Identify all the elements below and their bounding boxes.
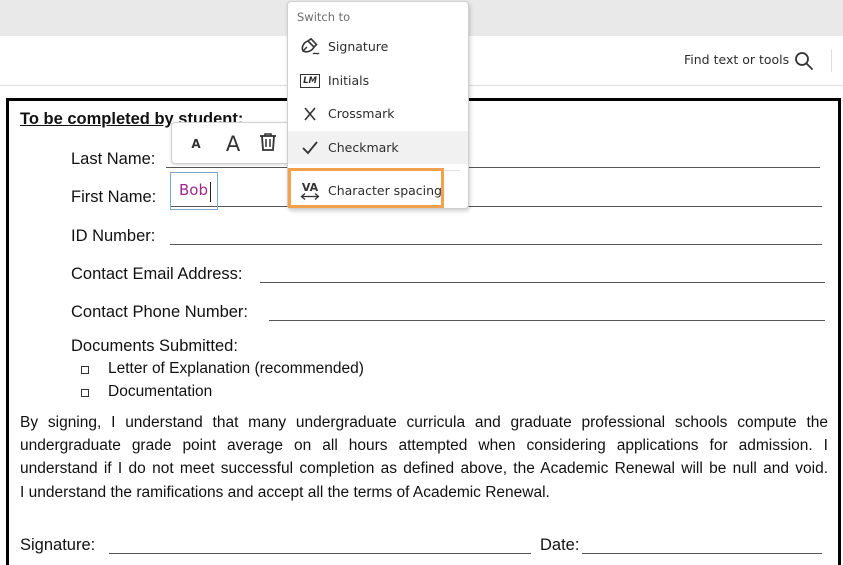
initials-icon: LM bbox=[299, 70, 321, 92]
increase-font-size-button[interactable]: A bbox=[218, 123, 248, 165]
contact-phone-label: Contact Phone Number: bbox=[71, 303, 249, 321]
letter-of-explanation-label: Letter of Explanation (recommended) bbox=[108, 360, 364, 377]
first-name-value: Bob bbox=[179, 181, 208, 199]
agreement-line-1: By signing, I understand that many under… bbox=[20, 414, 828, 431]
menu-item-label: Signature bbox=[328, 39, 389, 54]
menu-item-initials[interactable]: LM Initials bbox=[288, 64, 468, 97]
trash-icon bbox=[259, 132, 277, 157]
last-name-line[interactable] bbox=[166, 167, 820, 168]
menu-item-label: Checkmark bbox=[328, 140, 399, 155]
id-number-label: ID Number: bbox=[71, 227, 156, 245]
text-caret bbox=[210, 182, 211, 202]
delete-button[interactable] bbox=[254, 123, 282, 165]
signature-pen-icon bbox=[299, 36, 321, 58]
checkmark-icon bbox=[299, 137, 321, 159]
first-name-label: First Name: bbox=[71, 188, 157, 206]
contact-email-line[interactable] bbox=[260, 282, 825, 283]
contact-email-label: Contact Email Address: bbox=[71, 265, 243, 283]
menu-item-label: Initials bbox=[328, 73, 370, 88]
text-field-mini-toolbar: A A bbox=[171, 122, 291, 164]
character-spacing-highlight bbox=[288, 168, 444, 208]
menu-item-signature[interactable]: Signature bbox=[288, 30, 468, 63]
signature-label: Signature: bbox=[20, 536, 96, 554]
first-name-line[interactable] bbox=[170, 206, 822, 207]
menu-item-label: Crossmark bbox=[328, 106, 395, 121]
contact-phone-line[interactable] bbox=[269, 320, 825, 321]
menu-item-crossmark[interactable]: Crossmark bbox=[288, 97, 468, 130]
checkbox-letter-of-explanation[interactable] bbox=[81, 366, 89, 374]
menu-item-checkmark[interactable]: Checkmark bbox=[288, 131, 468, 164]
id-number-line[interactable] bbox=[170, 244, 822, 245]
checkbox-documentation[interactable] bbox=[81, 389, 89, 397]
first-name-text-field[interactable]: Bob bbox=[170, 172, 218, 210]
toolbar-divider bbox=[831, 50, 832, 72]
documents-submitted-label: Documents Submitted: bbox=[71, 337, 238, 355]
last-name-label: Last Name: bbox=[71, 150, 156, 168]
decrease-font-size-button[interactable]: A bbox=[184, 123, 208, 165]
signature-line[interactable] bbox=[109, 553, 531, 554]
documentation-label: Documentation bbox=[108, 383, 213, 400]
search-icon[interactable] bbox=[794, 51, 814, 71]
agreement-line-4: I understand the ramifications and accep… bbox=[20, 484, 550, 501]
menu-header: Switch to bbox=[297, 10, 351, 24]
crossmark-icon bbox=[299, 103, 321, 125]
date-line[interactable] bbox=[582, 553, 822, 554]
agreement-line-2: undergraduate grade point average on all… bbox=[20, 437, 828, 454]
date-label: Date: bbox=[540, 536, 580, 554]
agreement-line-3: understand if I do not meet successful c… bbox=[20, 460, 828, 477]
find-text-or-tools-label[interactable]: Find text or tools bbox=[684, 52, 789, 67]
initials-icon-text: LM bbox=[300, 73, 320, 88]
